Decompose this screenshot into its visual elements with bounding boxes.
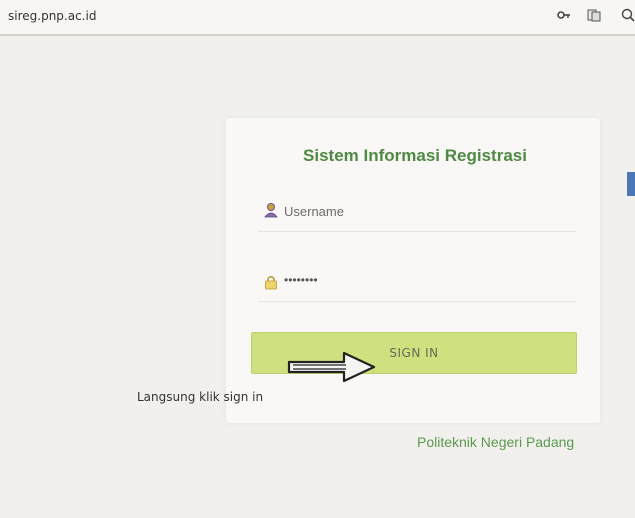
user-icon: [264, 202, 278, 223]
password-field[interactable]: ••••••••: [258, 266, 576, 302]
field-underline: [258, 301, 576, 302]
key-icon[interactable]: [557, 8, 571, 26]
page-title: Sistem Informasi Registrasi: [303, 146, 527, 165]
footer-text: Politeknik Negeri Padang: [417, 434, 575, 450]
field-underline: [258, 231, 576, 232]
username-placeholder: Username: [284, 204, 344, 219]
annotation-text: Langsung klik sign in: [137, 390, 264, 404]
browser-address-bar: sireg.pnp.ac.id: [0, 0, 635, 36]
url-text[interactable]: sireg.pnp.ac.id: [8, 9, 96, 23]
username-field[interactable]: Username: [258, 196, 576, 232]
page-icon[interactable]: [587, 8, 601, 27]
pointer-arrow-icon: [286, 350, 378, 389]
lock-icon: [264, 274, 278, 295]
password-value: ••••••••: [284, 273, 318, 287]
zoom-icon[interactable]: [621, 8, 635, 27]
side-tab[interactable]: [627, 172, 635, 196]
